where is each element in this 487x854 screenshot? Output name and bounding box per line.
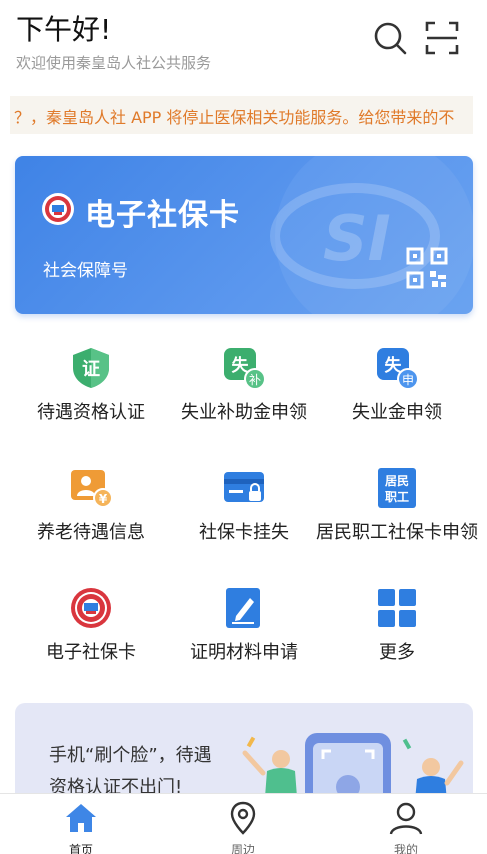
- e-social-security-card[interactable]: SI 电子社保卡 社会保障号: [15, 156, 473, 314]
- search-icon[interactable]: [372, 20, 408, 56]
- tile-label: 居民职工社保卡申领: [316, 522, 478, 543]
- svg-text:补: 补: [249, 373, 261, 387]
- nav-mine[interactable]: 我的: [325, 794, 487, 854]
- home-icon: [66, 804, 96, 832]
- svg-text:居民: 居民: [385, 474, 409, 488]
- svg-text:申: 申: [402, 373, 414, 387]
- si-watermark-icon: SI: [270, 156, 473, 314]
- nav-home[interactable]: 首页: [0, 794, 162, 854]
- tile-label: 社保卡挂失: [199, 522, 289, 543]
- header: 下午好! 欢迎使用秦皇岛人社公共服务: [0, 0, 487, 90]
- welcome-subtitle: 欢迎使用秦皇岛人社公共服务: [16, 54, 212, 72]
- unemployment-subsidy-icon: 失 补: [224, 348, 266, 390]
- scan-icon[interactable]: [424, 20, 460, 56]
- service-pension-info[interactable]: ¥ 养老待遇信息: [10, 450, 172, 570]
- svg-text:证: 证: [82, 359, 100, 380]
- service-e-card[interactable]: 电子社保卡: [10, 570, 172, 690]
- social-security-number-label: 社会保障号: [43, 261, 128, 281]
- service-card-report-loss[interactable]: 社保卡挂失: [163, 450, 325, 570]
- tile-label: 失业金申领: [352, 402, 442, 423]
- nav-label: 周边: [230, 843, 255, 854]
- tile-label: 失业补助金申领: [181, 402, 307, 423]
- card-lock-icon: [224, 472, 264, 502]
- qr-code-icon[interactable]: [406, 247, 448, 289]
- nav-nearby[interactable]: 周边: [162, 794, 324, 854]
- notice-text: ？，秦皇岛人社 APP 将停止医保相关功能服务。给您带来的不: [14, 108, 455, 127]
- shield-verify-icon: 证: [73, 348, 109, 388]
- unemployment-benefit-icon: 失 申: [377, 348, 419, 390]
- card-title: 电子社保卡: [85, 198, 240, 233]
- svg-text:SI: SI: [323, 202, 391, 275]
- tile-label: 更多: [379, 642, 415, 663]
- location-pin-icon: [230, 801, 256, 835]
- tile-label: 证明材料申请: [190, 642, 298, 663]
- pension-info-icon: ¥: [71, 470, 113, 508]
- service-certificate-apply[interactable]: 证明材料申请: [163, 570, 325, 690]
- notice-marquee[interactable]: ？，秦皇岛人社 APP 将停止医保相关功能服务。给您带来的不: [10, 96, 473, 134]
- tile-label: 电子社保卡: [46, 642, 136, 663]
- card-emblem-icon: [42, 193, 74, 225]
- user-icon: [389, 802, 423, 835]
- document-edit-icon: [226, 588, 260, 628]
- more-grid-icon: [378, 589, 416, 627]
- banner-line-1: 手机“刷个脸”，待遇: [49, 745, 212, 766]
- bottom-nav: 首页 周边 我的: [0, 793, 487, 854]
- service-unemployment-subsidy[interactable]: 失 补 失业补助金申领: [163, 330, 325, 450]
- svg-text:¥: ¥: [99, 492, 108, 506]
- nav-label: 首页: [68, 843, 93, 854]
- nav-label: 我的: [393, 843, 418, 854]
- tile-label: 待遇资格认证: [37, 402, 145, 423]
- service-resident-card-apply[interactable]: 居民 职工 居民职工社保卡申领: [316, 450, 478, 570]
- resident-card-icon: 居民 职工: [378, 468, 416, 508]
- e-card-emblem-icon: [71, 588, 111, 628]
- greeting: 下午好!: [16, 13, 112, 46]
- service-more[interactable]: 更多: [316, 570, 478, 690]
- service-unemployment-benefit[interactable]: 失 申 失业金申领: [316, 330, 478, 450]
- svg-text:职工: 职工: [385, 490, 409, 504]
- tile-label: 养老待遇信息: [37, 522, 145, 543]
- service-qualification-auth[interactable]: 证 待遇资格认证: [10, 330, 172, 450]
